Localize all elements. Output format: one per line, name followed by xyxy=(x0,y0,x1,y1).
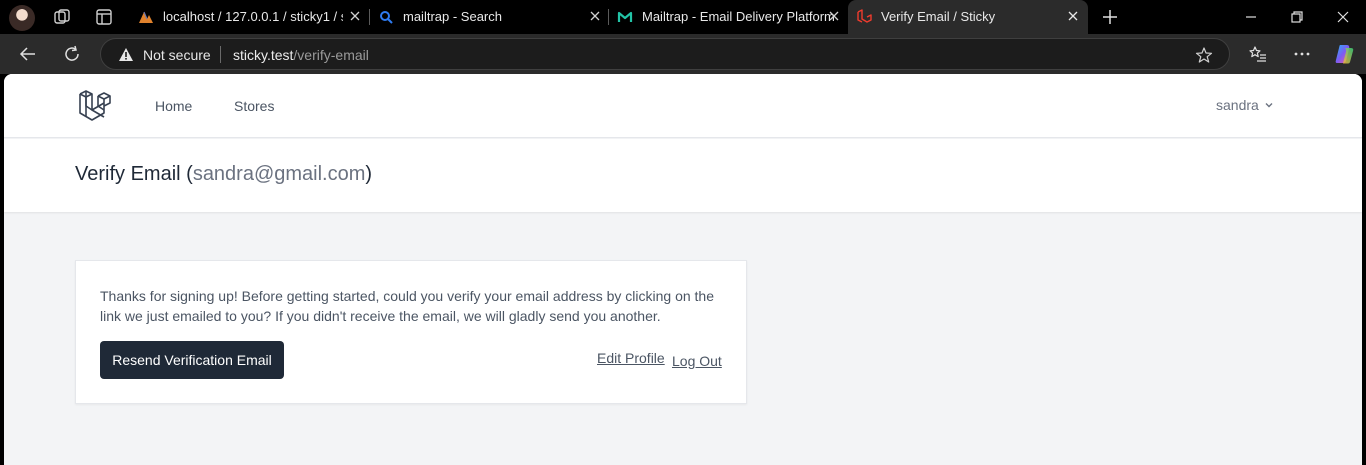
profile-avatar[interactable] xyxy=(9,5,35,31)
close-icon[interactable] xyxy=(827,9,841,23)
search-icon xyxy=(380,11,393,24)
tab-title: mailtrap - Search xyxy=(403,9,502,24)
restore-icon[interactable] xyxy=(1289,9,1305,25)
warning-icon[interactable] xyxy=(118,47,134,62)
favorites-icon[interactable] xyxy=(1248,44,1268,64)
back-icon[interactable] xyxy=(18,44,38,64)
tab-phpmyadmin[interactable]: localhost / 127.0.0.1 / sticky1 / sto xyxy=(130,0,370,34)
refresh-icon[interactable] xyxy=(62,44,82,64)
new-tab-icon[interactable] xyxy=(1100,7,1120,27)
close-icon[interactable] xyxy=(1066,9,1080,23)
url-text[interactable]: sticky.test/verify-email xyxy=(233,47,369,63)
laravel-logo-icon[interactable] xyxy=(78,88,112,124)
logout-link[interactable]: Log Out xyxy=(672,353,722,369)
verify-message: Thanks for signing up! Before getting st… xyxy=(100,288,714,324)
tab-title: Verify Email / Sticky xyxy=(881,9,996,24)
favorite-star-icon[interactable] xyxy=(1195,46,1213,64)
phpmyadmin-icon xyxy=(139,11,153,23)
url-path: /verify-email xyxy=(293,47,369,63)
tab-title: Mailtrap - Email Delivery Platform xyxy=(642,9,835,24)
verify-email-card: Thanks for signing up! Before getting st… xyxy=(75,260,747,404)
tab-mailtrap-search[interactable]: mailtrap - Search xyxy=(370,0,609,34)
page-viewport: Home Stores sandra Verify Email (sandra@… xyxy=(4,74,1362,465)
security-status[interactable]: Not secure xyxy=(143,47,211,63)
resend-verification-button[interactable]: Resend Verification Email xyxy=(100,341,284,379)
tab-verify-email[interactable]: Verify Email / Sticky xyxy=(848,0,1088,34)
browser-toolbar: Not secure sticky.test/verify-email xyxy=(0,34,1366,74)
user-dropdown[interactable]: sandra xyxy=(1216,97,1274,113)
close-window-icon[interactable] xyxy=(1335,9,1351,25)
nav-link-stores[interactable]: Stores xyxy=(234,98,274,114)
tab-actions-icon[interactable] xyxy=(94,7,114,27)
edit-profile-link[interactable]: Edit Profile xyxy=(597,350,665,366)
chevron-down-icon xyxy=(1265,103,1273,108)
user-name: sandra xyxy=(1216,97,1259,113)
address-bar[interactable]: Not secure sticky.test/verify-email xyxy=(100,38,1230,70)
url-host: sticky.test xyxy=(233,47,294,63)
divider xyxy=(220,46,221,63)
tab-title: localhost / 127.0.0.1 / sticky1 / sto xyxy=(163,9,343,24)
close-icon[interactable] xyxy=(348,9,362,23)
user-email: sandra@gmail.com xyxy=(192,163,366,185)
mailtrap-icon xyxy=(617,11,633,22)
browser-tab-strip: localhost / 127.0.0.1 / sticky1 / sto ma… xyxy=(0,0,1366,34)
close-icon[interactable] xyxy=(588,9,602,23)
workspaces-icon[interactable] xyxy=(52,7,72,27)
laravel-icon xyxy=(857,9,872,23)
minimize-icon[interactable] xyxy=(1243,9,1259,25)
page-header: Verify Email (sandra@gmail.com) xyxy=(4,139,1362,212)
page-title-suffix: ) xyxy=(365,163,373,185)
page-title-prefix: Verify Email ( xyxy=(75,163,193,185)
page-title: Verify Email (sandra@gmail.com) xyxy=(75,163,372,186)
copilot-icon[interactable] xyxy=(1333,43,1355,65)
nav-link-home[interactable]: Home xyxy=(155,98,192,114)
tab-mailtrap-platform[interactable]: Mailtrap - Email Delivery Platform xyxy=(609,0,848,34)
top-navigation: Home Stores sandra xyxy=(4,74,1362,138)
more-options-icon[interactable] xyxy=(1292,44,1312,64)
